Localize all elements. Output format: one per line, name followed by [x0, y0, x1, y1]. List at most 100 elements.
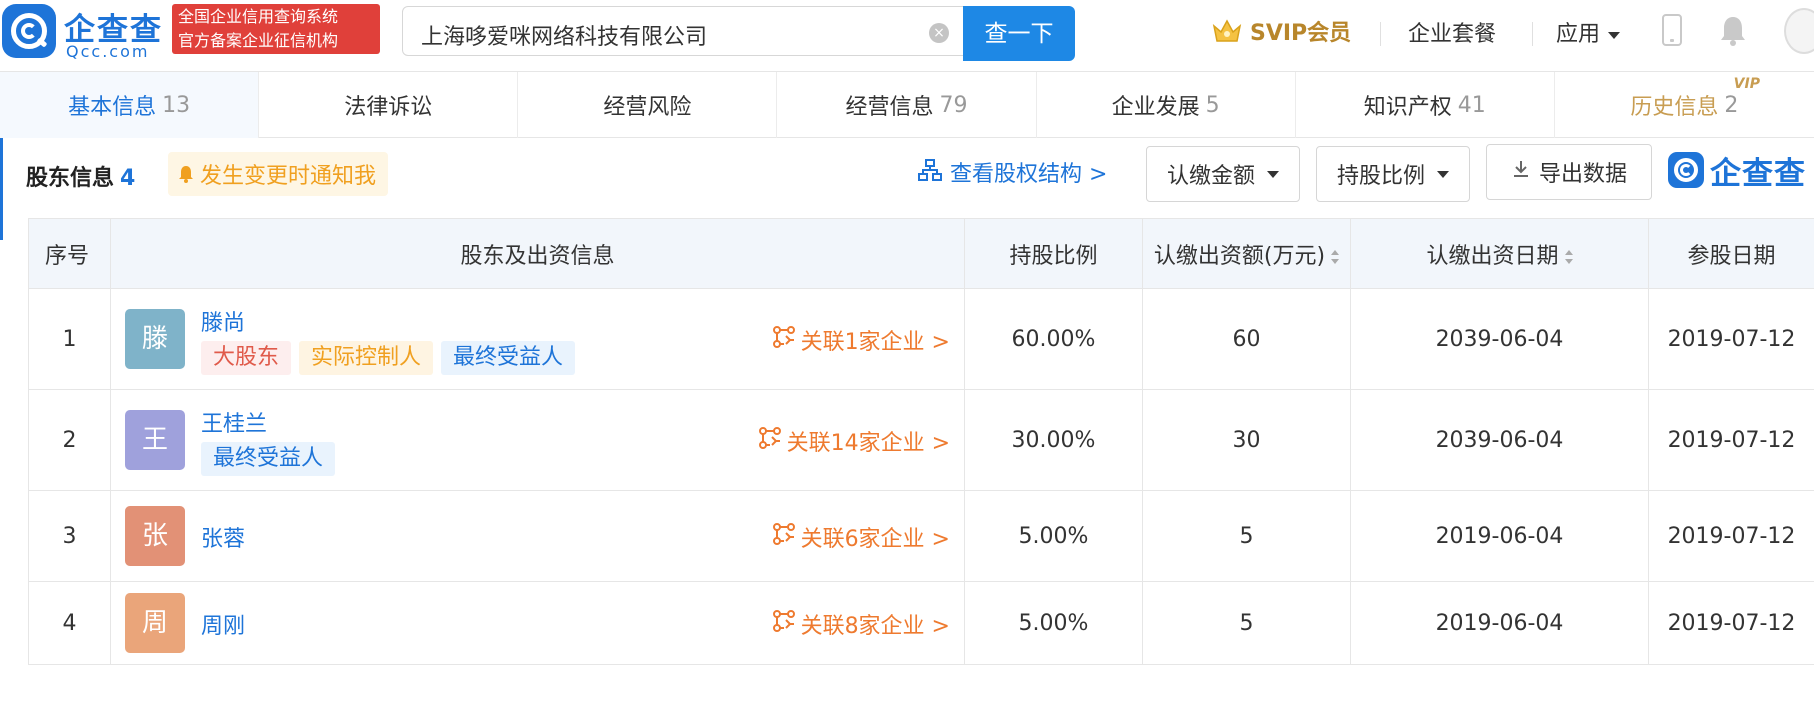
row-index: 2: [28, 389, 111, 491]
shareholding-ratio-dropdown[interactable]: 持股比例: [1316, 146, 1470, 202]
related-companies-link[interactable]: 关联14家企业 >: [758, 425, 950, 457]
tab-count: 5: [1205, 92, 1220, 118]
table-row: 1 滕滕尚 大股东 实际控制人 最终受益人 关联1家企业 > 60.00% 60 2039-06…: [28, 288, 1814, 390]
shareholder-tag: 大股东: [201, 341, 292, 375]
related-companies-label: 关联8家企业 >: [800, 614, 950, 639]
badge-line-1: 全国企业信用查询系统: [178, 7, 339, 26]
tab-business-risk[interactable]: 经营风险: [518, 72, 778, 138]
ratio-cell: 5.00%: [964, 581, 1143, 665]
col-header-amount[interactable]: 认缴出资额(万元): [1142, 218, 1351, 289]
shareholder-tags: 大股东 实际控制人 最终受益人: [201, 341, 576, 375]
tab-label: 经营信息: [845, 95, 934, 120]
shareholder-avatar: 滕: [125, 309, 185, 369]
tab-operating-info[interactable]: 经营信息 79: [777, 72, 1037, 138]
tab-enterprise-development[interactable]: 企业发展 5: [1037, 72, 1296, 138]
tab-intellectual-property[interactable]: 知识产权 41: [1296, 72, 1555, 138]
col-header-join-date: 参股日期: [1648, 218, 1814, 289]
clear-icon[interactable]: ×: [929, 23, 949, 43]
subscribed-date-cell: 2019-06-04: [1350, 581, 1649, 665]
tab-basic-info[interactable]: 基本信息 13: [0, 72, 260, 138]
tab-label: 知识产权: [1363, 95, 1452, 120]
join-date-cell: 2019-07-12: [1648, 389, 1814, 491]
vip-tag: VIP: [1733, 76, 1760, 92]
col-header-amount-label: 认缴出资额(万元): [1153, 243, 1326, 269]
sort-icon: [1331, 249, 1340, 264]
subscribed-amount-dropdown[interactable]: 认缴金额: [1146, 146, 1300, 202]
shareholder-name-link[interactable]: 滕尚: [201, 305, 245, 337]
ratio-cell: 30.00%: [964, 389, 1143, 491]
tab-label: 经营风险: [603, 95, 692, 120]
relation-graph-icon: [772, 523, 795, 551]
relation-graph-icon: [772, 610, 795, 638]
tab-count: 13: [162, 92, 191, 118]
related-companies-label: 关联6家企业 >: [800, 527, 950, 552]
col-header-holder: 股东及出资信息: [110, 218, 965, 289]
qcc-logo[interactable]: 企查查 Qcc.com: [2, 4, 167, 62]
amount-cell: 60: [1142, 288, 1351, 390]
nav-apps-label: 应用: [1556, 22, 1601, 47]
equity-link-label: 查看股权结构 >: [950, 162, 1108, 187]
chevron-down-icon: [1608, 31, 1621, 39]
chevron-down-icon: [1267, 170, 1279, 178]
shareholder-name-link[interactable]: 王桂兰: [201, 406, 267, 438]
col-header-index: 序号: [28, 218, 111, 289]
svip-label: SVIP会员: [1250, 21, 1352, 46]
user-avatar[interactable]: [1784, 8, 1814, 54]
dropdown-label: 认缴金额: [1166, 164, 1255, 189]
shareholder-tags: 最终受益人: [201, 442, 336, 476]
shareholder-name-link[interactable]: 周刚: [201, 608, 245, 640]
ratio-cell: 5.00%: [964, 490, 1143, 582]
tab-label: 企业发展: [1111, 95, 1200, 120]
amount-cell: 30: [1142, 389, 1351, 491]
subscribed-date-cell: 2019-06-04: [1350, 490, 1649, 582]
table-header-row: 序号 股东及出资信息 持股比例 认缴出资额(万元) 认缴出资日期 参股日期: [28, 218, 1814, 289]
svip-member-link[interactable]: SVIP会员: [1212, 14, 1351, 48]
shareholder-cell: 王王桂兰最终受益人 关联14家企业 >: [110, 389, 965, 491]
related-companies-link[interactable]: 关联8家企业 >: [772, 608, 950, 640]
search-input-value: 上海哆爱咪网络科技有限公司: [421, 25, 708, 50]
join-date-cell: 2019-07-12: [1648, 581, 1814, 665]
bell-icon: [178, 165, 194, 183]
join-date-cell: 2019-07-12: [1648, 288, 1814, 390]
tab-history-info[interactable]: 历史信息 2 VIP: [1555, 72, 1814, 138]
amount-cell: 5: [1142, 581, 1351, 665]
nav-apps-dropdown[interactable]: 应用: [1556, 16, 1621, 48]
shareholder-avatar: 王: [125, 410, 185, 470]
search-button[interactable]: 查一下: [963, 6, 1075, 61]
shareholder-name-link[interactable]: 张蓉: [201, 521, 245, 553]
qcc-logo-icon: [2, 4, 56, 58]
shareholder-tag: 最终受益人: [201, 442, 336, 476]
sort-icon: [1564, 249, 1573, 264]
related-companies-link[interactable]: 关联6家企业 >: [772, 521, 950, 553]
col-header-date-label: 认缴出资日期: [1426, 243, 1559, 269]
tab-legal-litigation[interactable]: 法律诉讼: [259, 72, 519, 138]
shareholder-cell: 张张蓉 关联6家企业 >: [110, 490, 965, 582]
relation-graph-icon: [772, 326, 795, 354]
notification-bell-icon[interactable]: [1718, 14, 1748, 48]
org-chart-icon: [918, 158, 942, 186]
tab-label: 历史信息: [1630, 95, 1719, 120]
export-label: 导出数据: [1538, 162, 1627, 187]
notify-on-change-button[interactable]: 发生变更时通知我: [168, 152, 389, 196]
col-header-date[interactable]: 认缴出资日期: [1350, 218, 1649, 289]
ratio-cell: 60.00%: [964, 288, 1143, 390]
mobile-phone-icon[interactable]: [1662, 14, 1682, 46]
dropdown-label: 持股比例: [1336, 164, 1425, 189]
nav-enterprise-package[interactable]: 企业套餐: [1408, 16, 1496, 48]
view-equity-structure-link[interactable]: 查看股权结构 >: [918, 156, 1107, 188]
crown-icon: [1212, 18, 1242, 44]
shareholder-avatar: 张: [125, 506, 185, 566]
related-companies-link[interactable]: 关联1家企业 >: [772, 324, 950, 356]
search-input[interactable]: 上海哆爱咪网络科技有限公司 ×: [402, 6, 964, 56]
notify-label: 发生变更时通知我: [200, 164, 377, 189]
tab-count: 79: [939, 92, 968, 118]
shareholder-avatar: 周: [125, 593, 185, 653]
join-date-cell: 2019-07-12: [1648, 490, 1814, 582]
table-row: 4 周周刚 关联8家企业 > 5.00% 5 2019-06-04 2019-07-12: [28, 581, 1814, 665]
export-data-button[interactable]: 导出数据: [1486, 144, 1652, 200]
tab-count: 41: [1457, 92, 1486, 118]
tab-label: 基本信息: [68, 95, 157, 120]
relation-graph-icon: [758, 427, 781, 455]
tab-label: 法律诉讼: [344, 95, 433, 120]
table-row: 3 张张蓉 关联6家企业 > 5.00% 5 2019-06-04 2019-07-12: [28, 490, 1814, 582]
